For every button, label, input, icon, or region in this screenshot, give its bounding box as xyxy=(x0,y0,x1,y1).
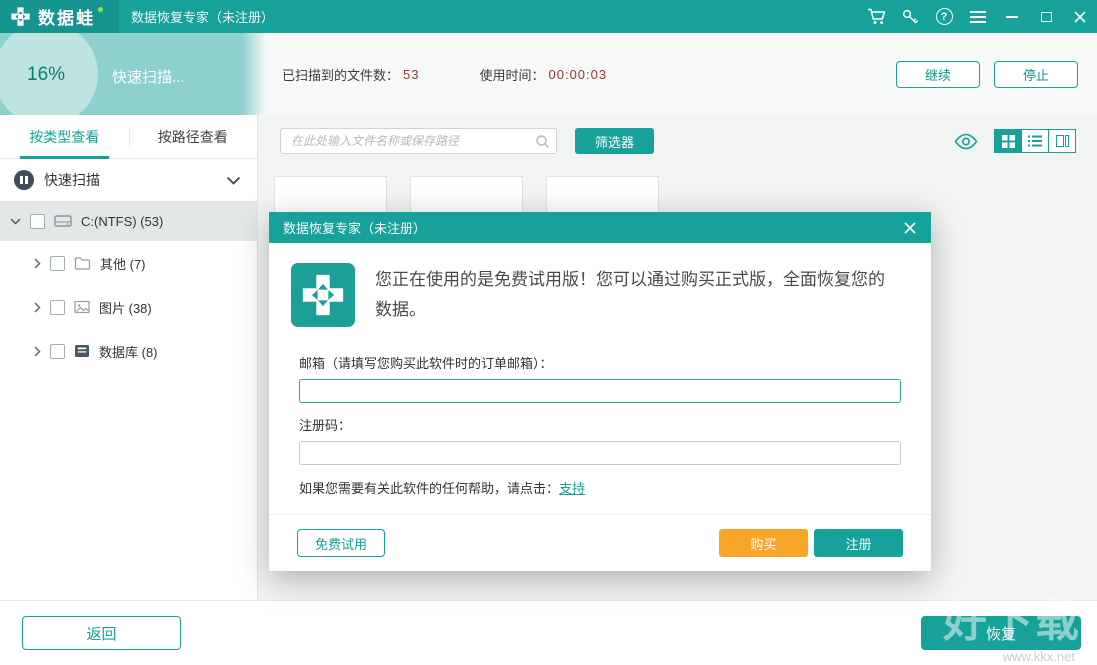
chevron-right-icon[interactable] xyxy=(34,258,41,269)
tree-label-drive-c: C:(NTFS) (53) xyxy=(81,214,163,229)
email-label: 邮箱（请填写您购买此软件时的订单邮箱）： xyxy=(299,353,901,372)
scan-panel-fade xyxy=(242,33,266,115)
help-glyph: ? xyxy=(936,8,953,25)
main-toolbar: 筛选器 xyxy=(258,115,1097,154)
scan-mode-row[interactable]: 快速扫描 xyxy=(0,159,257,201)
tab-view-by-type[interactable]: 按类型查看 xyxy=(0,115,129,158)
database-icon xyxy=(74,344,90,358)
search-icon[interactable] xyxy=(535,134,550,149)
tab-label: 按类型查看 xyxy=(29,127,99,147)
scan-status-text: 快速扫描... xyxy=(112,66,185,87)
chevron-down-icon[interactable] xyxy=(226,176,241,185)
brand-area: 数据蛙 xyxy=(0,0,119,33)
checkbox-database[interactable] xyxy=(50,344,65,359)
register-button[interactable]: 注册 xyxy=(814,529,903,557)
tree-label-images: 图片 (38) xyxy=(99,298,152,317)
preview-eye-icon[interactable] xyxy=(953,133,979,150)
scan-progress-bar: 16% 快速扫描... 已扫描到的文件数： 53 使用时间： 00:00:03 … xyxy=(0,33,1097,115)
tab-label: 按路径查看 xyxy=(158,127,228,147)
support-link[interactable]: 支持 xyxy=(559,481,585,496)
help-icon[interactable]: ? xyxy=(927,0,961,33)
buy-button[interactable]: 购买 xyxy=(719,529,808,557)
menu-icon[interactable] xyxy=(961,0,995,33)
chevron-right-icon[interactable] xyxy=(34,346,41,357)
sidebar: 按类型查看 按路径查看 快速扫描 xyxy=(0,115,258,600)
checkbox-drive-c[interactable] xyxy=(30,214,45,229)
dialog-body: 您正在使用的是免费试用版！您可以通过购买正式版，全面恢复您的数据。 邮箱（请填写… xyxy=(269,243,931,497)
checkbox-images[interactable] xyxy=(50,300,65,315)
window-title: 数据恢复专家（未注册） xyxy=(131,7,274,26)
app-logo-icon xyxy=(10,6,31,27)
email-field[interactable] xyxy=(299,379,901,403)
dialog-intro: 您正在使用的是免费试用版！您可以通过购买正式版，全面恢复您的数据。 xyxy=(291,263,901,327)
stop-button[interactable]: 停止 xyxy=(994,61,1078,88)
close-button[interactable] xyxy=(1063,0,1097,33)
tree-item-drive-c[interactable]: C:(NTFS) (53) xyxy=(0,201,257,241)
progress-percent: 16% xyxy=(27,64,65,86)
elapsed-time-value: 00:00:03 xyxy=(549,67,608,82)
drive-icon xyxy=(54,214,72,228)
continue-button[interactable]: 继续 xyxy=(896,61,980,88)
dialog-title: 数据恢复专家（未注册） xyxy=(283,218,426,237)
scan-actions: 继续 停止 xyxy=(896,61,1097,88)
search-box xyxy=(280,128,557,154)
checkbox-other[interactable] xyxy=(50,256,65,271)
list-view-button[interactable] xyxy=(1021,129,1049,153)
trial-message: 您正在使用的是免费试用版！您可以通过购买正式版，全面恢复您的数据。 xyxy=(375,263,901,325)
key-icon[interactable] xyxy=(893,0,927,33)
sidebar-tabs: 按类型查看 按路径查看 xyxy=(0,115,257,159)
tree-item-database[interactable]: 数据库 (8) xyxy=(0,329,257,373)
folder-icon xyxy=(74,256,91,270)
back-button[interactable]: 返回 xyxy=(22,616,181,650)
scan-progress-panel: 16% 快速扫描... xyxy=(0,33,242,115)
image-icon xyxy=(74,300,90,314)
cart-icon[interactable] xyxy=(859,0,893,33)
chevron-down-icon[interactable] xyxy=(10,218,21,225)
help-text: 如果您需要有关此软件的任何帮助，请点击： xyxy=(299,481,559,496)
filter-button[interactable]: 筛选器 xyxy=(575,128,654,154)
app-window: 数据蛙 数据恢复专家（未注册） ? xyxy=(0,0,1097,665)
dialog-footer: 免费试用 购买 注册 xyxy=(269,514,931,571)
minimize-button[interactable] xyxy=(995,0,1029,33)
tree-label-database: 数据库 (8) xyxy=(99,342,158,361)
tree-item-other[interactable]: 其他 (7) xyxy=(0,241,257,285)
bottom-bar: 返回 恢复 xyxy=(0,600,1097,665)
maximize-button[interactable] xyxy=(1029,0,1063,33)
tab-view-by-path[interactable]: 按路径查看 xyxy=(129,115,258,158)
pause-icon[interactable] xyxy=(14,170,34,190)
license-code-field[interactable] xyxy=(299,441,901,465)
titlebar: 数据蛙 数据恢复专家（未注册） ? xyxy=(0,0,1097,33)
app-logo-badge xyxy=(291,263,355,327)
dialog-titlebar: 数据恢复专家（未注册） xyxy=(269,212,931,243)
search-input[interactable] xyxy=(280,128,557,154)
brand-accent-dot xyxy=(98,7,103,12)
view-toggle-group xyxy=(995,129,1076,153)
scan-mode-label: 快速扫描 xyxy=(44,170,216,190)
license-code-label: 注册码： xyxy=(299,415,901,434)
dialog-close-icon[interactable] xyxy=(899,217,921,239)
brand-name: 数据蛙 xyxy=(38,4,95,29)
files-scanned-value: 53 xyxy=(403,67,419,82)
registration-dialog: 数据恢复专家（未注册） 您正在使用的是免费试用版！您可以通过购买正式版，全面恢复… xyxy=(269,212,931,571)
chevron-right-icon[interactable] xyxy=(34,302,41,313)
recover-button[interactable]: 恢复 xyxy=(921,616,1081,650)
files-scanned-label: 已扫描到的文件数： xyxy=(282,65,399,84)
elapsed-time-label: 使用时间： xyxy=(479,65,544,84)
tree-item-images[interactable]: 图片 (38) xyxy=(0,285,257,329)
hamburger-bars xyxy=(970,11,986,23)
tree-label-other: 其他 (7) xyxy=(100,254,146,273)
detail-view-button[interactable] xyxy=(1048,129,1076,153)
titlebar-actions: ? xyxy=(859,0,1097,33)
help-line: 如果您需要有关此软件的任何帮助，请点击：支持 xyxy=(299,478,901,497)
grid-view-button[interactable] xyxy=(994,129,1022,153)
free-trial-button[interactable]: 免费试用 xyxy=(297,529,385,557)
scan-stats: 已扫描到的文件数： 53 使用时间： 00:00:03 xyxy=(266,65,896,84)
